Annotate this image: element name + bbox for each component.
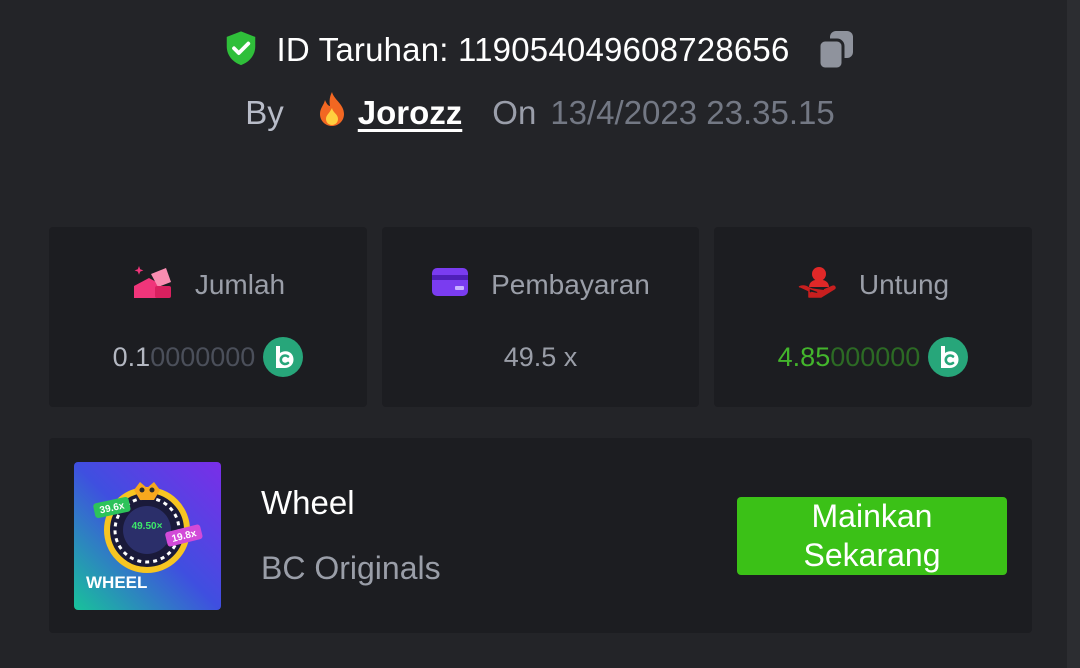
on-label: On xyxy=(492,94,537,131)
amount-label: Jumlah xyxy=(194,269,286,300)
profit-card: Untung 4.85 000000 xyxy=(714,227,1032,407)
copy-icon[interactable] xyxy=(814,28,858,72)
username-link[interactable]: Jorozz xyxy=(316,90,463,136)
payout-multiplier: 49.5 x xyxy=(503,341,578,372)
amount-value: 0.1 0000000 xyxy=(49,337,367,377)
bc-coin-icon xyxy=(263,337,304,377)
bet-header: ID Taruhan: 119054049608728656 xyxy=(0,26,1080,74)
payout-title: Pembayaran xyxy=(382,265,699,305)
thumb-title: WHEEL xyxy=(86,573,147,592)
by-label: By xyxy=(245,94,284,131)
shield-check-icon xyxy=(222,29,260,72)
bet-byline: By Jorozz On 13/4/2023 23.35.15 xyxy=(0,90,1080,136)
profit-value-main: 4.85 xyxy=(777,341,831,372)
hand-user-icon xyxy=(797,265,837,306)
payout-value: 49.5 x xyxy=(382,337,699,377)
play-now-button[interactable]: Mainkan Sekarang xyxy=(737,497,1007,575)
amount-value-main: 0.1 xyxy=(112,341,151,372)
profit-title: Untung xyxy=(714,265,1032,305)
game-provider: BC Originals xyxy=(261,550,441,586)
profit-label: Untung xyxy=(858,269,950,300)
profit-value: 4.85 000000 xyxy=(714,337,1032,377)
profit-value-trailing: 000000 xyxy=(830,341,921,372)
fire-icon xyxy=(316,90,348,136)
bet-id: ID Taruhan: 119054049608728656 xyxy=(276,31,790,68)
amount-value-trailing: 0000000 xyxy=(150,341,256,372)
payout-card: Pembayaran 49.5 x xyxy=(382,227,699,407)
card-icon xyxy=(431,266,469,305)
money-bag-icon xyxy=(131,264,173,307)
amount-card: Jumlah 0.1 0000000 xyxy=(49,227,367,407)
bc-coin-icon xyxy=(928,337,969,377)
thumb-chip-center: 49.50× xyxy=(132,521,163,532)
game-thumbnail[interactable]: 49.50× 39.6x 19.8x WHEEL xyxy=(74,462,221,610)
username[interactable]: Jorozz xyxy=(358,94,463,132)
payout-label: Pembayaran xyxy=(491,269,650,300)
bet-datetime: 13/4/2023 23.35.15 xyxy=(550,94,835,131)
amount-title: Jumlah xyxy=(49,265,367,305)
game-name[interactable]: Wheel xyxy=(261,484,355,522)
game-card: 49.50× 39.6x 19.8x WHEEL Wheel BC Origin… xyxy=(49,438,1032,633)
play-now-label: Mainkan Sekarang xyxy=(803,498,941,573)
